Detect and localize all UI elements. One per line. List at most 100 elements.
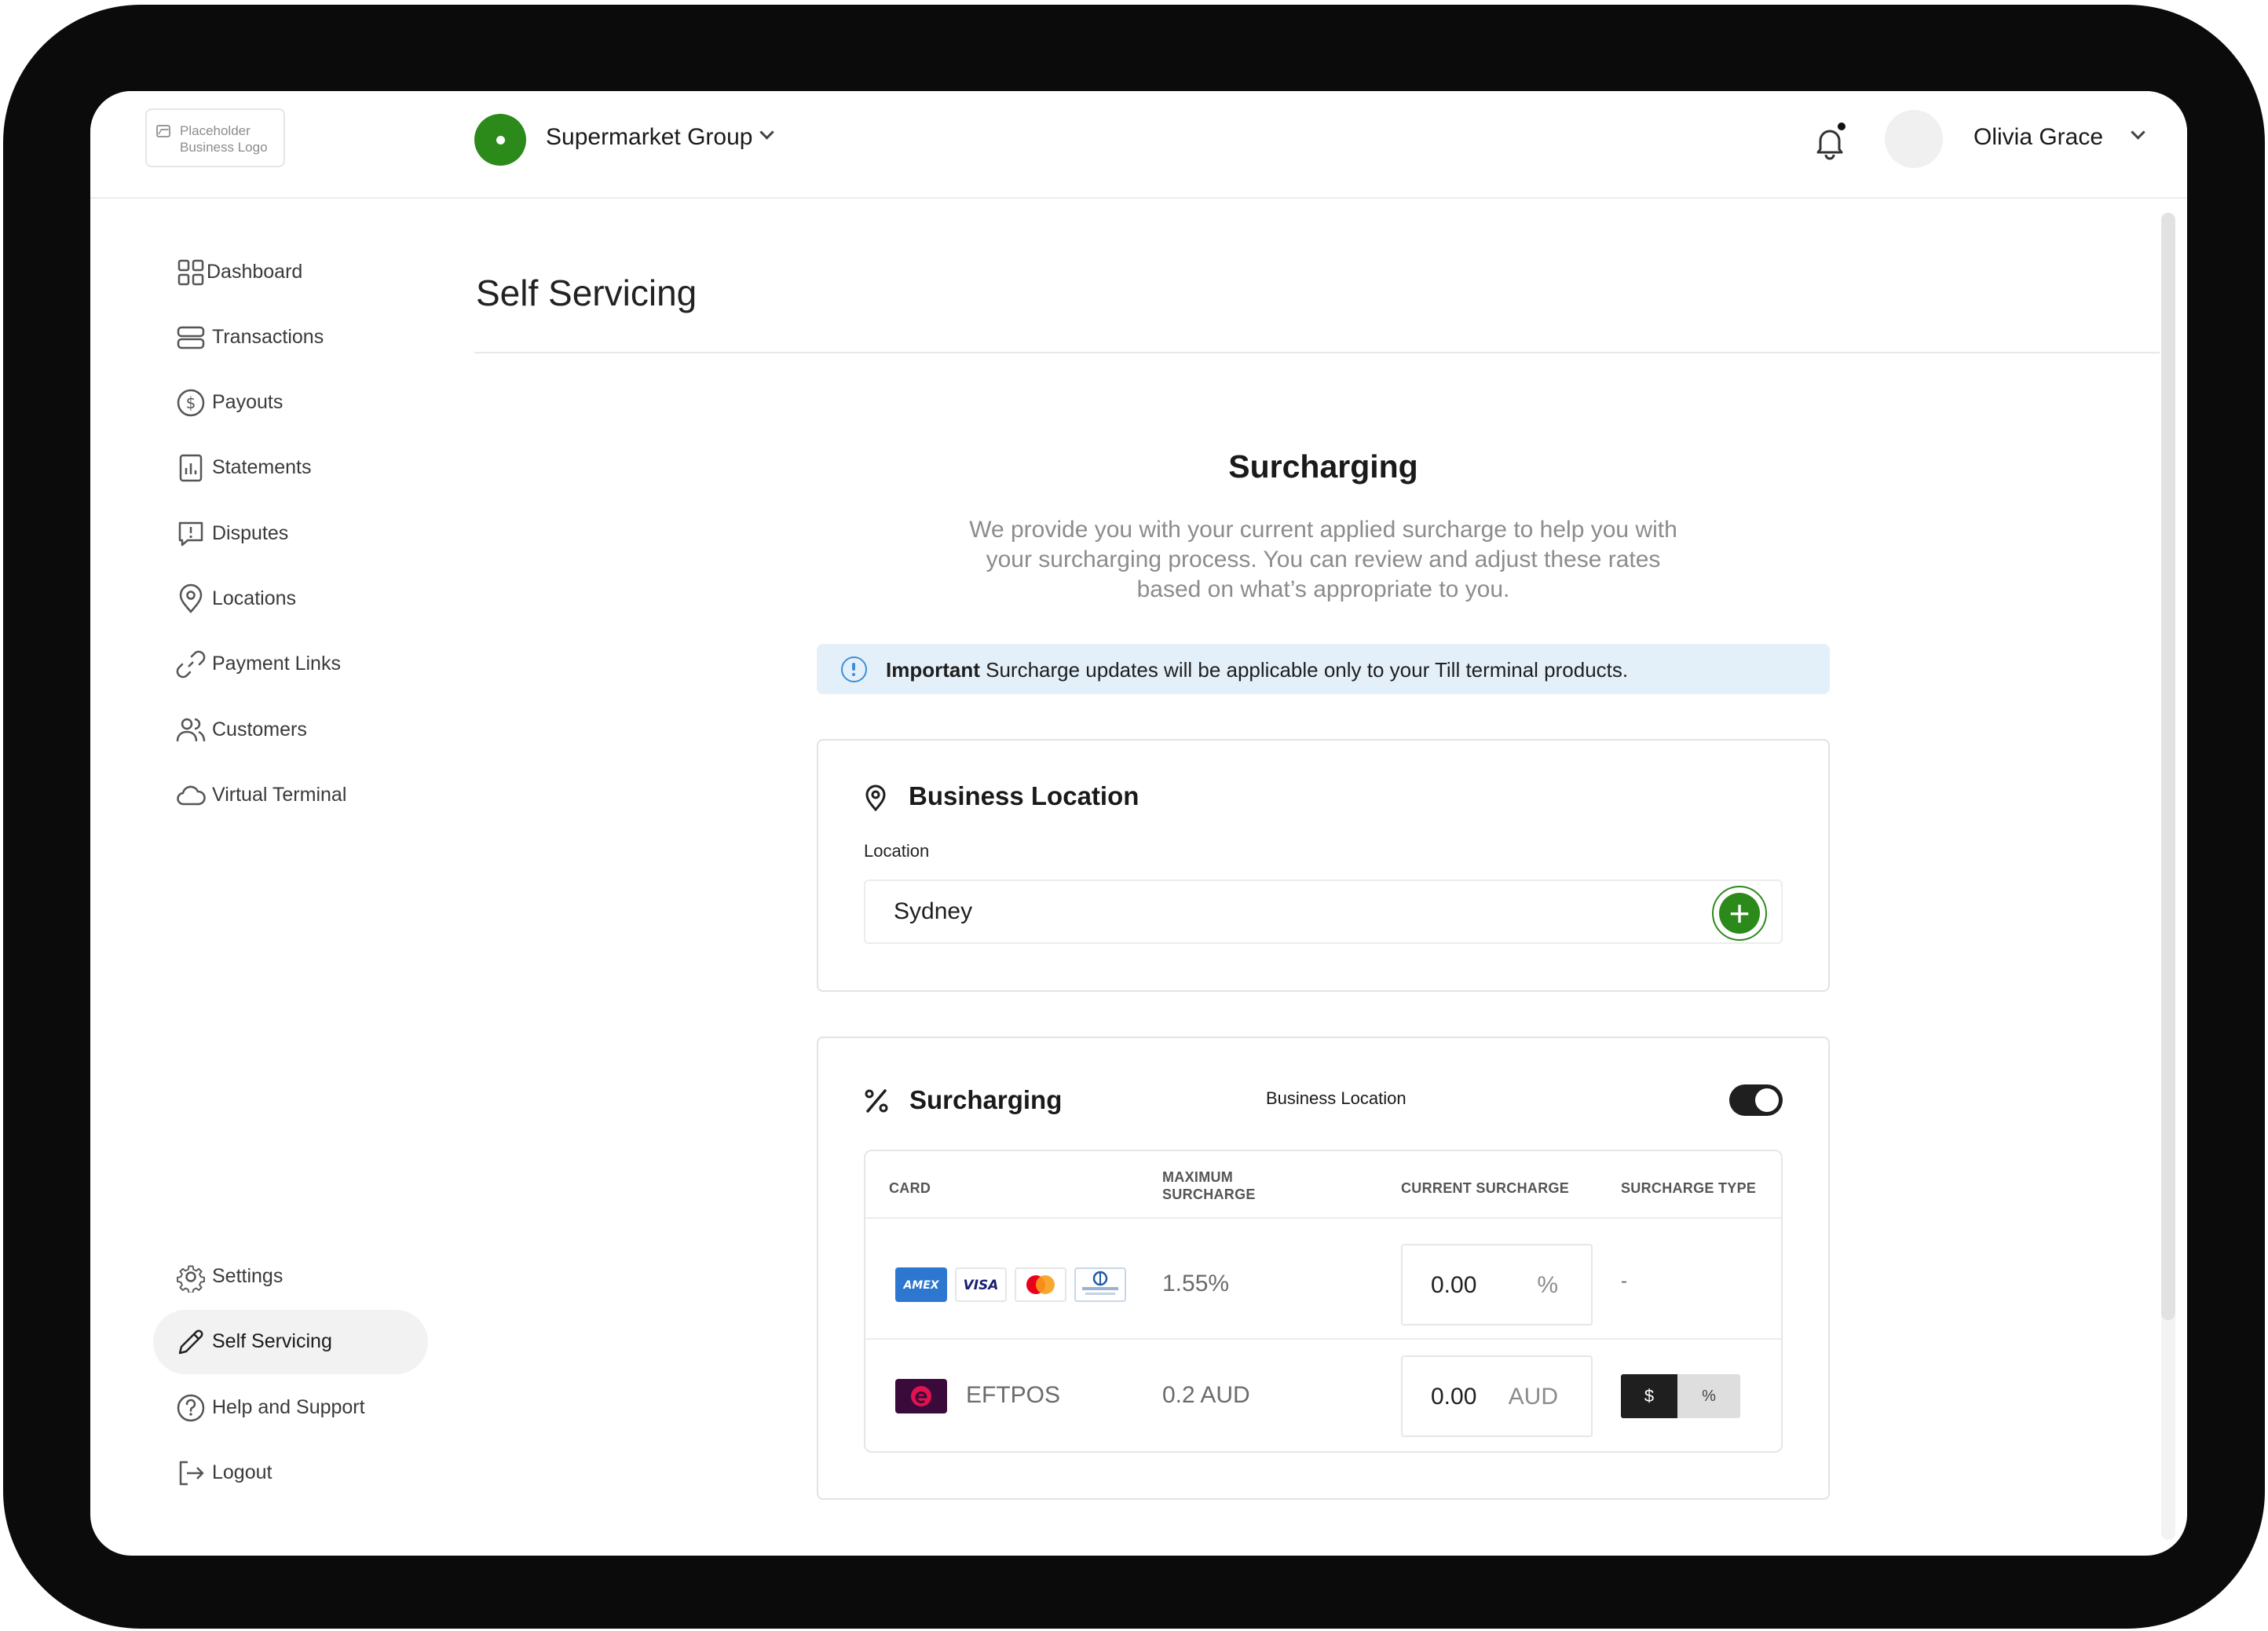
eftpos-icon [895, 1379, 947, 1413]
current-surcharge-input[interactable]: 0.00 % [1401, 1244, 1593, 1326]
page-title: Self Servicing [476, 272, 697, 313]
sidebar-item-label: Logout [212, 1461, 273, 1483]
input-value: 0.00 [1431, 1384, 1477, 1410]
max-surcharge: 0.2 AUD [1162, 1382, 1250, 1408]
info-icon [841, 656, 867, 682]
scrollbar-thumb[interactable] [2161, 213, 2175, 1320]
column-header: CURRENT SURCHARGE [1401, 1180, 1570, 1196]
sidebar-item-locations[interactable]: Locations [153, 567, 428, 631]
tablet-frame: Placeholder Business Logo Supermarket Gr… [3, 5, 2265, 1629]
sidebar-item-transactions[interactable]: Transactions [153, 305, 428, 370]
business-logo[interactable]: Placeholder Business Logo [145, 108, 285, 167]
sidebar-item-label: Help and Support [212, 1396, 365, 1418]
sidebar-item-label: Customers [212, 719, 307, 741]
notification-dot [1836, 121, 1847, 132]
sidebar-item-label: Payouts [212, 391, 284, 413]
mastercard-icon [1015, 1267, 1066, 1302]
intro-text: We provide you with your current applied… [969, 517, 1677, 602]
toggle-label: Business Location [1266, 1088, 1407, 1108]
diners-club-icon [1074, 1267, 1126, 1302]
info-banner: Important Surcharge updates will be appl… [817, 644, 1830, 694]
amex-icon: AMEX [895, 1267, 947, 1302]
business-location-card: Business Location Location Sydney [817, 739, 1830, 992]
svg-text:AMEX: AMEX [902, 1279, 939, 1292]
input-value: 0.00 [1431, 1272, 1477, 1298]
sidebar-item-self-servicing[interactable]: Self Servicing [153, 1310, 428, 1374]
column-header: MAXIMUM SURCHARGE [1162, 1169, 1256, 1202]
dollar-circle-icon: $ [177, 389, 205, 417]
sidebar-item-label: Statements [212, 456, 312, 478]
list-icon [177, 326, 205, 349]
sidebar-item-customers[interactable]: Customers [153, 698, 428, 762]
group-name[interactable]: Supermarket Group [546, 124, 752, 151]
pencil-icon [178, 1329, 203, 1355]
input-unit: AUD [1508, 1384, 1558, 1410]
link-icon [176, 650, 206, 678]
column-header: CARD [889, 1180, 931, 1196]
type-percent-option[interactable]: % [1677, 1374, 1740, 1418]
grid-icon [177, 259, 204, 286]
visa-icon: VISA [955, 1267, 1007, 1302]
avatar[interactable] [1885, 110, 1943, 168]
image-icon [156, 125, 170, 137]
card-name: EFTPOS [966, 1382, 1061, 1408]
section-title: Surcharging [1228, 448, 1418, 485]
sidebar-item-label: Locations [212, 587, 297, 609]
chevron-down-icon[interactable] [759, 125, 774, 140]
gear-icon [177, 1265, 205, 1293]
sidebar-item-payouts[interactable]: $ Payouts [153, 371, 428, 435]
notice-strong: Important [886, 658, 980, 682]
input-unit: % [1537, 1272, 1558, 1298]
column-header: SURCHARGE TYPE [1621, 1180, 1757, 1196]
question-circle-icon [177, 1394, 205, 1422]
surcharging-toggle[interactable] [1729, 1084, 1783, 1116]
add-location-button[interactable] [1712, 886, 1767, 941]
notice-text: Important Surcharge updates will be appl… [886, 658, 1628, 682]
row-divider [865, 1338, 1781, 1340]
location-select[interactable]: Sydney [864, 879, 1783, 944]
sidebar-item-payment-links[interactable]: Payment Links [153, 632, 428, 697]
sidebar-item-label: Dashboard [207, 261, 303, 283]
current-surcharge-input[interactable]: 0.00 AUD [1401, 1355, 1593, 1437]
card-title: Surcharging [909, 1085, 1063, 1114]
cloud-icon [177, 785, 206, 806]
alert-message-icon [178, 521, 203, 547]
chart-doc-icon [179, 454, 203, 482]
sidebar-item-label: Disputes [212, 522, 289, 544]
card-title: Business Location [909, 781, 1139, 810]
logout-icon [179, 1461, 204, 1486]
chevron-down-icon[interactable] [2131, 125, 2145, 140]
max-surcharge: 1.55% [1162, 1271, 1230, 1296]
users-icon [176, 718, 206, 742]
sidebar-item-statements[interactable]: Statements [153, 436, 428, 500]
svg-text:$: $ [186, 393, 196, 412]
sidebar-item-settings[interactable]: Settings [153, 1245, 428, 1309]
surcharge-type-toggle[interactable]: $ % [1621, 1374, 1740, 1418]
location-value: Sydney [894, 898, 973, 924]
row-divider [865, 1217, 1781, 1219]
surcharge-type: - [1621, 1271, 1627, 1292]
svg-text:VISA: VISA [964, 1278, 999, 1293]
sidebar-item-dashboard[interactable]: Dashboard [153, 240, 428, 305]
map-pin-icon [179, 583, 203, 613]
group-avatar[interactable] [474, 114, 526, 166]
sidebar-item-label: Virtual Terminal [212, 784, 347, 806]
sidebar-item-virtual-terminal[interactable]: Virtual Terminal [153, 763, 428, 828]
sidebar-item-label: Self Servicing [212, 1330, 332, 1352]
app-screen: Placeholder Business Logo Supermarket Gr… [90, 91, 2187, 1556]
location-label: Location [864, 841, 930, 861]
sidebar-item-help[interactable]: Help and Support [153, 1376, 428, 1440]
user-name[interactable]: Olivia Grace [1974, 124, 2103, 151]
notice-body: Surcharge updates will be applicable onl… [979, 658, 1629, 682]
sidebar-item-disputes[interactable]: Disputes [153, 502, 428, 566]
surcharging-section: Surcharging We provide you with your cur… [817, 91, 1830, 1556]
sidebar-item-logout[interactable]: Logout [153, 1441, 428, 1505]
surcharge-table: CARD MAXIMUM SURCHARGE CURRENT SURCHARGE… [864, 1150, 1783, 1453]
percent-icon [865, 1089, 888, 1113]
surcharging-card: Surcharging Business Location CARD MAXIM… [817, 1037, 1830, 1500]
logo-text: Placeholder Business Logo [180, 123, 268, 155]
type-dollar-option[interactable]: $ [1621, 1374, 1677, 1418]
sidebar-item-label: Settings [212, 1265, 284, 1287]
map-pin-icon [865, 784, 886, 812]
sidebar-item-label: Payment Links [212, 653, 341, 675]
